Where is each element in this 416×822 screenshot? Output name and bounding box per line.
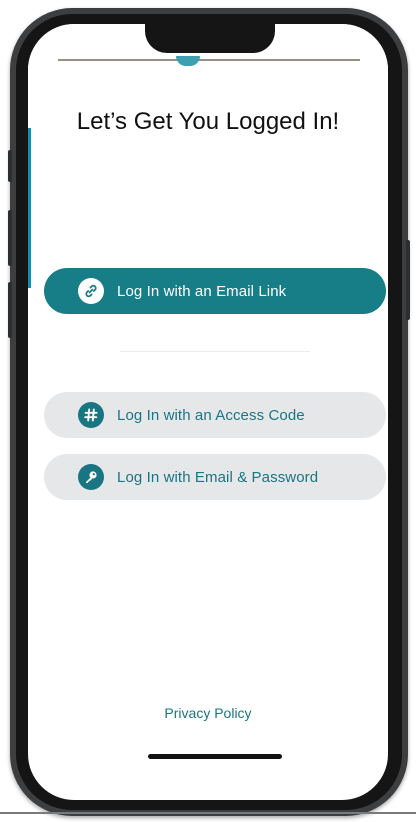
email-password-login-label: Log In with Email & Password (117, 468, 319, 486)
app-stage: Let’s Get You Logged In! Log In with an … (0, 0, 416, 822)
power-button (406, 240, 410, 320)
status-divider (58, 59, 360, 61)
mute-switch (8, 150, 12, 182)
access-code-login-button[interactable]: Log In with an Access Code (44, 392, 386, 438)
access-code-login-label: Log In with an Access Code (117, 406, 305, 424)
privacy-policy-link[interactable]: Privacy Policy (0, 705, 416, 721)
email-link-login-button[interactable]: Log In with an Email Link (44, 268, 386, 314)
email-link-login-label: Log In with an Email Link (117, 282, 287, 300)
link-icon (78, 278, 104, 304)
page-title: Let’s Get You Logged In! (76, 108, 340, 135)
section-divider (120, 351, 310, 352)
volume-down-button (8, 282, 12, 338)
hashtag-icon (78, 402, 104, 428)
home-indicator (148, 754, 282, 759)
key-icon (78, 464, 104, 490)
left-accent-strip (28, 128, 31, 288)
email-password-login-button[interactable]: Log In with Email & Password (44, 454, 386, 500)
bottom-edge-line (0, 812, 416, 814)
volume-up-button (8, 210, 12, 266)
dynamic-notch (145, 17, 275, 53)
